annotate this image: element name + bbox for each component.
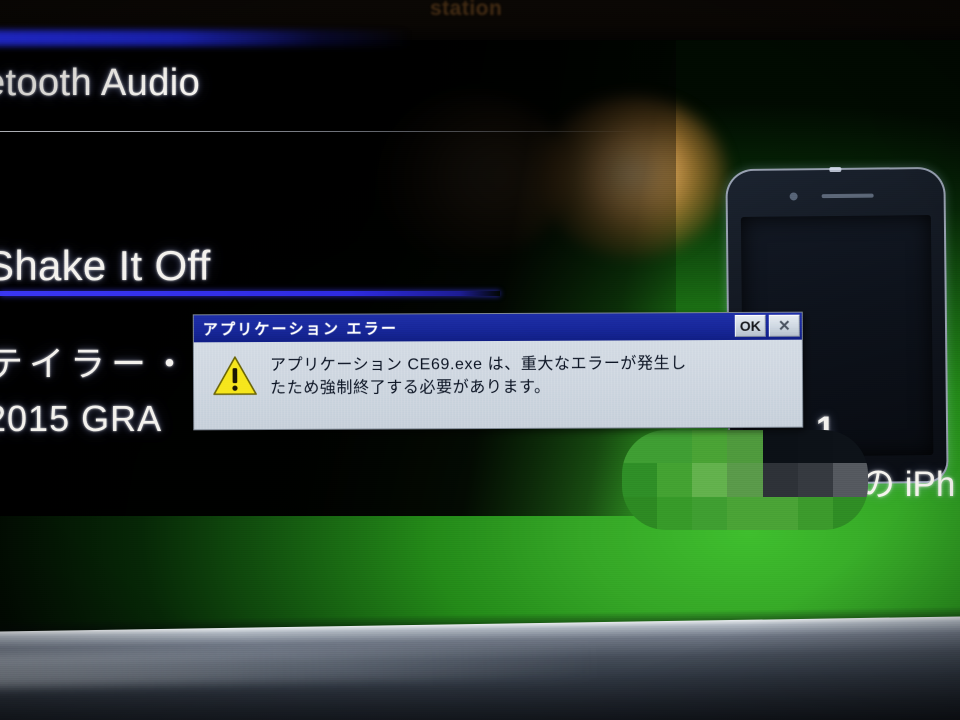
application-error-dialog[interactable]: アプリケーション エラー OK ✕ アプリケーション CE69.exe は、重大… — [192, 311, 804, 431]
titlebar-buttons: OK ✕ — [734, 314, 800, 337]
mosaic-tile — [727, 463, 763, 497]
dialog-message-line-1: アプリケーション CE69.exe は、重大なエラーが発生し — [269, 355, 687, 374]
source-label: etooth Audio — [0, 62, 201, 104]
device-name-label: の iPh — [860, 465, 956, 504]
photo-screenshot: station etooth Audio Shake It Off テイラー・ … — [0, 0, 960, 720]
ok-button[interactable]: OK — [734, 314, 766, 337]
mosaic-tile — [762, 463, 798, 497]
mosaic-tile — [692, 496, 728, 530]
dialog-body: アプリケーション CE69.exe は、重大なエラーが発生し たため強制終了する… — [193, 339, 803, 430]
mosaic-tile — [762, 430, 798, 464]
dialog-title: アプリケーション エラー — [202, 320, 399, 339]
close-icon[interactable]: ✕ — [768, 314, 800, 337]
warning-triangle-icon — [212, 355, 258, 397]
dialog-message-line-2: たため強制終了する必要があります。 — [270, 378, 551, 397]
dialog-titlebar: アプリケーション エラー OK ✕ — [193, 312, 802, 343]
mosaic-tile — [797, 496, 833, 530]
mosaic-tile — [832, 463, 868, 497]
mosaic-tile — [657, 430, 693, 464]
mosaic-tiles — [622, 430, 868, 530]
mosaic-tile — [657, 496, 693, 530]
mosaic-tile — [727, 496, 763, 530]
mosaic-tile — [762, 496, 798, 530]
album-line: 2015 GRA — [0, 398, 163, 439]
tv-bezel — [0, 616, 960, 720]
mosaic-tile — [692, 463, 728, 497]
mosaic-tile — [622, 463, 658, 497]
phone-camera-icon — [789, 192, 798, 201]
blue-glow-bar — [0, 30, 410, 46]
mosaic-tile — [692, 430, 728, 464]
dialog-message: アプリケーション CE69.exe は、重大なエラーが発生し たため強制終了する… — [270, 351, 687, 400]
track-title: Shake It Off — [0, 242, 211, 289]
bezel-reflection — [0, 644, 601, 688]
track-title-underline — [0, 291, 500, 296]
phone-speaker-grille — [821, 193, 874, 199]
phone-top-nub — [829, 166, 842, 173]
mosaic-tile — [797, 463, 833, 497]
header-divider — [0, 131, 640, 132]
mosaic-tile — [727, 430, 763, 464]
artist-name: テイラー・ — [0, 345, 194, 384]
mosaic-tile — [657, 463, 693, 497]
faint-top-text: station — [430, 0, 503, 20]
mosaic-tile — [797, 430, 833, 464]
mosaic-redaction — [622, 430, 868, 530]
